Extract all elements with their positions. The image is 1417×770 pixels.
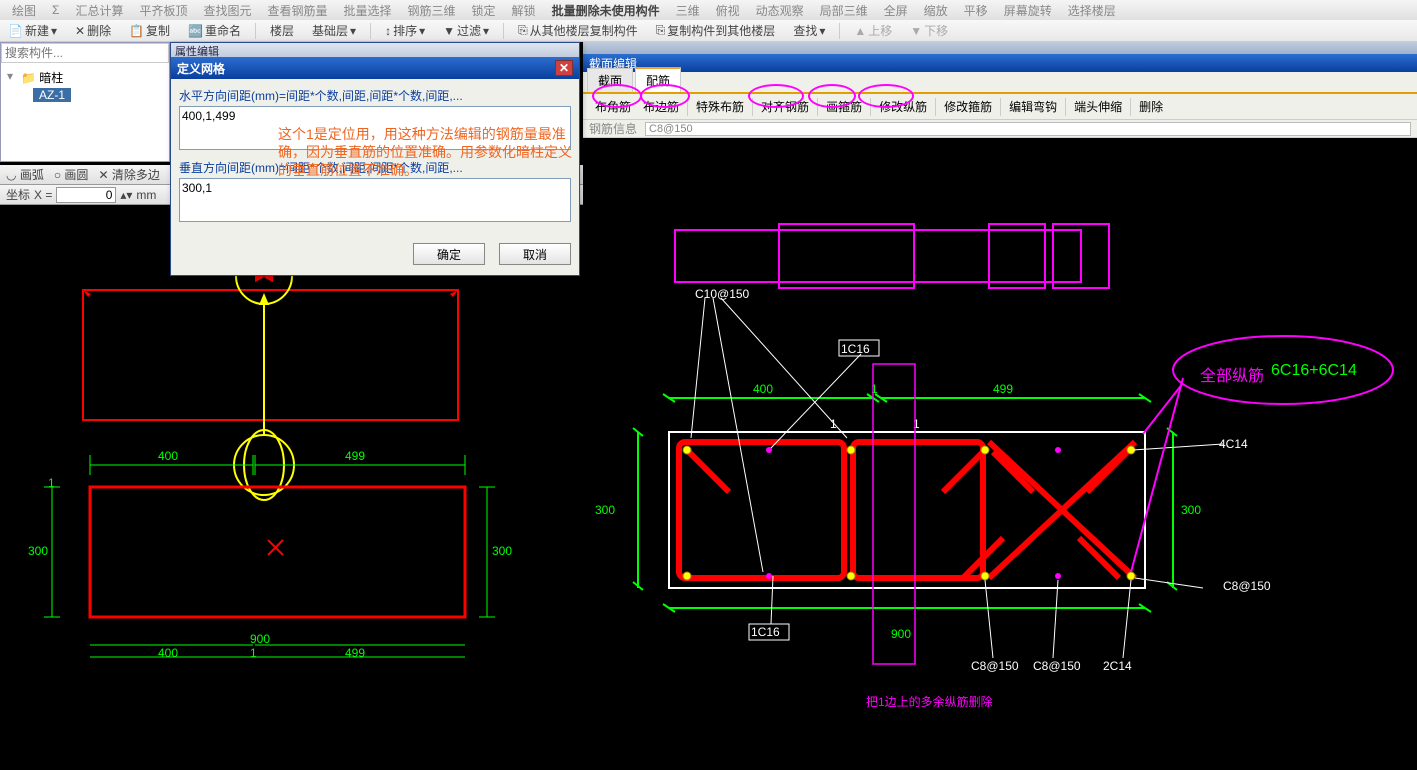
svg-text:1C16: 1C16 [751, 625, 780, 639]
sub-delete[interactable]: 删除 [1133, 95, 1169, 118]
tab-section[interactable]: 截面 [587, 68, 633, 92]
find-button[interactable]: 查找 ▾ [789, 21, 829, 40]
sub-special[interactable]: 特殊布筋 [690, 95, 750, 118]
h-spacing-label: 水平方向间距(mm)=间距*个数,间距,间距*个数,间距,... [179, 87, 571, 104]
svg-text:300: 300 [492, 544, 512, 558]
copy-to-floor-button[interactable]: ⎘ 复制构件到其他楼层 [652, 21, 780, 40]
svg-text:1: 1 [48, 476, 55, 490]
sub-align[interactable]: 对齐钢筋 [755, 95, 815, 118]
rebar-info-input[interactable] [645, 122, 1411, 136]
tree-root[interactable]: 📁 暗柱 [5, 67, 165, 88]
svg-text:400: 400 [158, 646, 178, 660]
sort-button[interactable]: ↕ 排序 ▾ [381, 21, 429, 40]
property-header: 属性编辑 [171, 43, 579, 57]
toolbar-top: 绘图Σ汇总计算 平齐板顶查找图元 查看钢筋量批量选择 钢筋三维锁定 解锁批量删除… [0, 0, 1417, 20]
ok-button[interactable]: 确定 [413, 243, 485, 265]
all-rebar-value: 6C16+6C14 [1271, 362, 1357, 380]
svg-text:把1边上的多余纵筋删除: 把1边上的多余纵筋删除 [866, 694, 993, 709]
delete-button[interactable]: ✕ 删除 [71, 21, 115, 40]
grid-definition-dialog: 属性编辑 定义网格 ✕ 水平方向间距(mm)=间距*个数,间距,间距*个数,间距… [170, 42, 580, 276]
svg-text:499: 499 [345, 646, 365, 660]
search-input[interactable] [1, 43, 169, 63]
rebar-info-bar: 钢筋信息 [583, 120, 1417, 138]
close-icon[interactable]: ✕ [555, 60, 573, 76]
move-down-button: ▼ 下移 [906, 21, 952, 40]
v-spacing-input[interactable]: 300,1 [179, 178, 571, 222]
svg-text:1: 1 [830, 417, 837, 431]
h-spacing-input[interactable]: 400,1,499 [179, 106, 571, 150]
sub-modify-stirrup[interactable]: 修改箍筋 [938, 95, 998, 118]
floor-button[interactable]: 楼层 [266, 21, 298, 40]
rename-button[interactable]: 🔤 重命名 [184, 21, 245, 40]
new-button[interactable]: 📄 新建 ▾ [4, 21, 61, 40]
sub-stirrup[interactable]: 画箍筋 [820, 95, 868, 118]
dialog-title: 定义网格 [177, 60, 225, 77]
svg-text:900: 900 [891, 627, 911, 641]
right-drawing-svg[interactable]: 400 1 499 1 1 300 300 900 C10@150 1C16 1… [583, 138, 1417, 770]
svg-text:300: 300 [28, 544, 48, 558]
svg-text:499: 499 [993, 382, 1013, 396]
svg-text:2C14: 2C14 [1103, 659, 1132, 673]
base-dropdown[interactable]: 基础层 ▾ [308, 21, 360, 40]
section-tabs: 截面 配筋 [583, 72, 1417, 94]
sub-end-extend[interactable]: 端头伸缩 [1068, 95, 1128, 118]
svg-text:300: 300 [1181, 503, 1201, 517]
copy-button[interactable]: 📋 复制 [125, 21, 174, 40]
svg-text:1C16: 1C16 [841, 342, 870, 356]
section-edit-panel: 截面编辑 截面 配筋 布角筋 布边筋 特殊布筋 对齐钢筋 画箍筋 修改纵筋 修改… [583, 42, 1417, 728]
sub-edge[interactable]: 布边筋 [637, 95, 685, 118]
svg-text:1: 1 [871, 382, 878, 396]
rebar-sub-toolbar: 布角筋 布边筋 特殊布筋 对齐钢筋 画箍筋 修改纵筋 修改箍筋 编辑弯钩 端头伸… [583, 94, 1417, 120]
toolbar-actions: 📄 新建 ▾ ✕ 删除 📋 复制 🔤 重命名 楼层 基础层 ▾ ↕ 排序 ▾ ▼… [0, 20, 1417, 42]
svg-text:C10@150: C10@150 [695, 287, 750, 301]
svg-text:C8@150: C8@150 [1223, 579, 1271, 593]
svg-text:4C14: 4C14 [1219, 437, 1248, 451]
tree-item-selected[interactable]: AZ-1 [33, 88, 71, 102]
svg-text:300: 300 [595, 503, 615, 517]
sub-corner[interactable]: 布角筋 [589, 95, 637, 118]
v-spacing-label: 垂直方向间距(mm)=间距*个数,间距,间距*个数,间距,... [179, 159, 571, 176]
all-rebar-label: 全部纵筋 [1200, 362, 1264, 386]
svg-text:900: 900 [250, 632, 270, 646]
svg-text:1: 1 [250, 646, 257, 660]
filter-button[interactable]: ▼ 过滤 ▾ [439, 21, 493, 40]
component-tree-panel: 📁 暗柱 AZ-1 [0, 42, 170, 162]
tab-rebar[interactable]: 配筋 [635, 67, 681, 92]
svg-text:400: 400 [753, 382, 773, 396]
svg-text:1: 1 [913, 417, 920, 431]
sub-modify-long[interactable]: 修改纵筋 [873, 95, 933, 118]
move-up-button: ▲ 上移 [850, 21, 896, 40]
svg-text:400: 400 [158, 449, 178, 463]
cancel-button[interactable]: 取消 [499, 243, 571, 265]
svg-text:C8@150: C8@150 [971, 659, 1019, 673]
rebar-info-label: 钢筋信息 [589, 120, 637, 137]
section-edit-title: 截面编辑 [583, 54, 1417, 72]
copy-from-floor-button[interactable]: ⎘ 从其他楼层复制构件 [514, 21, 642, 40]
svg-text:499: 499 [345, 449, 365, 463]
sub-edit-hook[interactable]: 编辑弯钩 [1003, 95, 1063, 118]
svg-text:C8@150: C8@150 [1033, 659, 1081, 673]
